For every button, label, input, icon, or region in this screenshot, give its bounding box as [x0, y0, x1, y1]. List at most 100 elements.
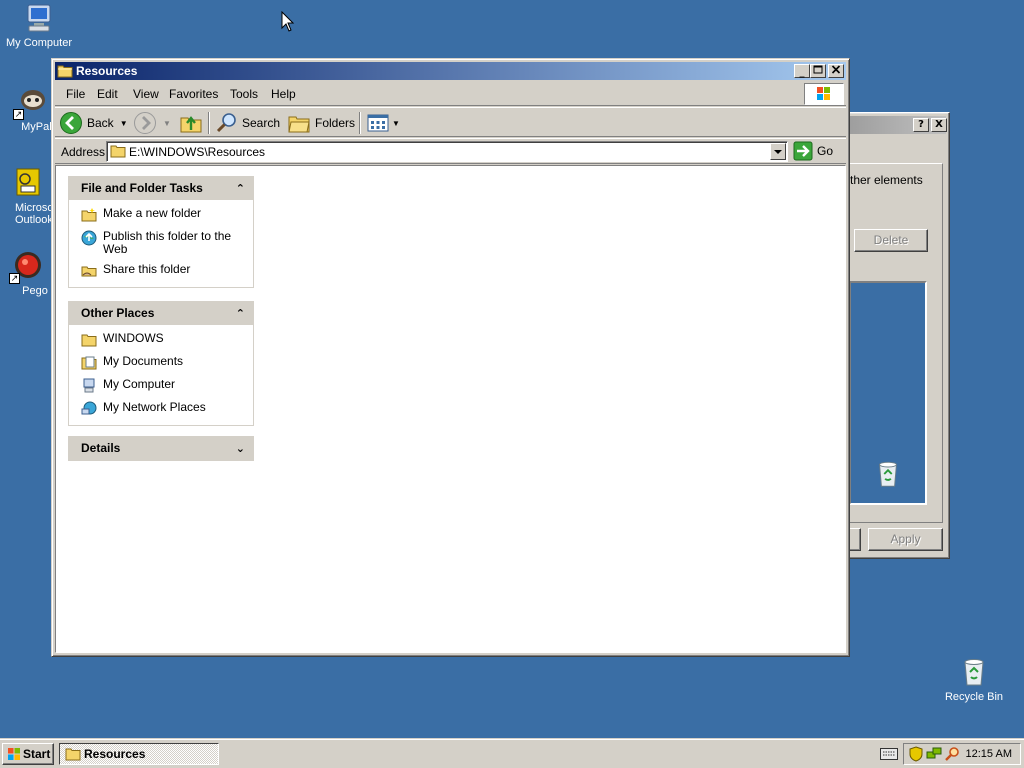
desktop-icon-label: Pego	[22, 285, 48, 297]
views-button[interactable]: ▼	[366, 111, 400, 135]
task-label: Publish this folder to the Web	[103, 229, 232, 256]
my-computer-icon	[23, 2, 55, 34]
address-label: Address	[61, 145, 106, 159]
start-button[interactable]: Start	[2, 743, 54, 765]
desktop-icon-label: Microsoft Outlook	[15, 202, 55, 226]
address-dropdown-button[interactable]	[770, 143, 786, 160]
apply-button[interactable]: Apply	[868, 528, 943, 551]
folders-label: Folders	[315, 116, 356, 130]
place-label: My Network Places	[103, 400, 206, 414]
panel-title: File and Folder Tasks	[81, 181, 203, 195]
desktop-icon-outlook[interactable]: Microsoft Outlook	[0, 167, 55, 226]
taskbar-button-resources[interactable]: Resources	[59, 743, 219, 765]
system-tray: 12:15 AM	[903, 743, 1021, 765]
task-share-folder[interactable]: Share this folder	[81, 263, 243, 279]
back-label: Back	[87, 116, 114, 130]
windows-logo-icon	[804, 83, 844, 105]
folders-icon	[288, 116, 310, 133]
search-button[interactable]: Search	[215, 111, 280, 135]
menu-favorites[interactable]: Favorites	[169, 87, 218, 101]
clock[interactable]: 12:15 AM	[966, 748, 1012, 760]
close-icon	[831, 65, 841, 74]
folder-content-area[interactable]: File and Folder Tasks ⌃ Make a new folde…	[55, 165, 846, 653]
place-my-computer[interactable]: My Computer	[81, 378, 243, 394]
search-icon	[216, 113, 236, 133]
explorer-window[interactable]: Resources _ File Edit View Favorites Too…	[51, 58, 850, 657]
task-make-new-folder[interactable]: Make a new folder	[81, 207, 243, 223]
go-label: Go	[817, 144, 834, 158]
outlook-icon	[11, 167, 43, 199]
menu-view[interactable]: View	[133, 87, 159, 101]
publish-web-icon	[81, 230, 97, 246]
expand-chevron-icon[interactable]: ⌄	[236, 437, 245, 460]
menu-edit[interactable]: Edit	[97, 87, 118, 101]
shortcut-arrow-icon: ↗	[13, 109, 24, 120]
search-label: Search	[242, 116, 281, 130]
address-bar: Address E:\WINDOWS\Resources Go	[55, 138, 846, 164]
other-places-header[interactable]: Other Places ⌃	[69, 302, 253, 325]
my-computer-icon	[83, 378, 95, 393]
window-title: Resources	[76, 64, 138, 78]
network-places-icon	[81, 401, 97, 415]
desktop-icon-my-computer[interactable]: My Computer	[0, 2, 79, 49]
network-tray-icon[interactable]	[926, 746, 942, 765]
task-label: Make a new folder	[103, 206, 202, 220]
other-places-panel: Other Places ⌃ WINDOWS My Documents My C…	[68, 301, 254, 426]
menu-help[interactable]: Help	[271, 87, 296, 101]
delete-button[interactable]: Delete	[854, 229, 928, 252]
forward-dropdown-icon[interactable]: ▼	[163, 119, 171, 128]
folders-button[interactable]: Folders	[287, 111, 355, 135]
menu-tools[interactable]: Tools	[230, 87, 258, 101]
collapse-chevron-icon[interactable]: ⌃	[236, 177, 245, 200]
desktop-icon-pego[interactable]: ↗ Pego	[0, 250, 55, 297]
address-input[interactable]: E:\WINDOWS\Resources	[106, 141, 788, 162]
security-shield-icon[interactable]	[908, 746, 924, 765]
back-button[interactable]: Back ▼	[59, 111, 128, 135]
details-panel: Details ⌄	[68, 436, 254, 461]
toolbar-separator	[359, 112, 361, 134]
my-documents-icon	[81, 356, 97, 370]
keyboard-icon[interactable]	[880, 748, 898, 763]
go-button[interactable]: Go	[793, 141, 833, 161]
place-label: My Documents	[103, 354, 184, 368]
close-button[interactable]: X	[931, 118, 947, 132]
minimize-button[interactable]: _	[794, 64, 810, 78]
back-dropdown-icon[interactable]: ▼	[120, 119, 128, 128]
forward-button[interactable]: ▼	[133, 111, 171, 135]
go-arrow-icon	[793, 141, 813, 161]
dialog-preview-box	[849, 281, 927, 505]
menu-file[interactable]: File	[66, 87, 85, 101]
task-publish-folder-web[interactable]: Publish this folder to the Web	[81, 230, 243, 256]
maximize-button[interactable]	[810, 64, 826, 78]
collapse-chevron-icon[interactable]: ⌃	[236, 302, 245, 325]
recycle-bin-preview-icon	[873, 459, 903, 492]
place-windows[interactable]: WINDOWS	[81, 332, 243, 348]
place-label: WINDOWS	[103, 331, 164, 345]
file-folder-tasks-header[interactable]: File and Folder Tasks ⌃	[69, 177, 253, 200]
details-header[interactable]: Details ⌄	[69, 437, 253, 460]
help-button[interactable]: ?	[913, 118, 929, 132]
desktop-icon-recycle-bin[interactable]: Recycle Bin	[934, 656, 1014, 703]
panel-title: Details	[81, 441, 121, 455]
taskbar: Start Resources 12:15 AM	[0, 738, 1024, 768]
folder-icon	[57, 64, 73, 83]
maximize-icon	[813, 65, 823, 74]
back-arrow-icon	[60, 112, 82, 134]
start-label: Start	[23, 747, 51, 761]
shortcut-arrow-icon: ↗	[9, 273, 20, 284]
place-my-documents[interactable]: My Documents	[81, 355, 243, 371]
menu-bar: File Edit View Favorites Tools Help	[55, 82, 846, 106]
explorer-titlebar[interactable]: Resources _	[55, 62, 846, 80]
chevron-down-icon	[774, 150, 782, 154]
place-my-network-places[interactable]: My Network Places	[81, 401, 243, 417]
recycle-bin-icon	[958, 656, 990, 688]
mouse-cursor-icon	[281, 10, 295, 36]
share-folder-icon	[81, 266, 97, 277]
folder-icon	[110, 144, 126, 161]
toolbar-separator	[208, 112, 210, 134]
search-tray-icon[interactable]	[944, 746, 960, 765]
place-label: My Computer	[103, 377, 176, 391]
views-dropdown-icon[interactable]: ▼	[392, 119, 400, 128]
up-folder-button[interactable]	[179, 111, 203, 135]
close-button[interactable]	[828, 64, 844, 78]
